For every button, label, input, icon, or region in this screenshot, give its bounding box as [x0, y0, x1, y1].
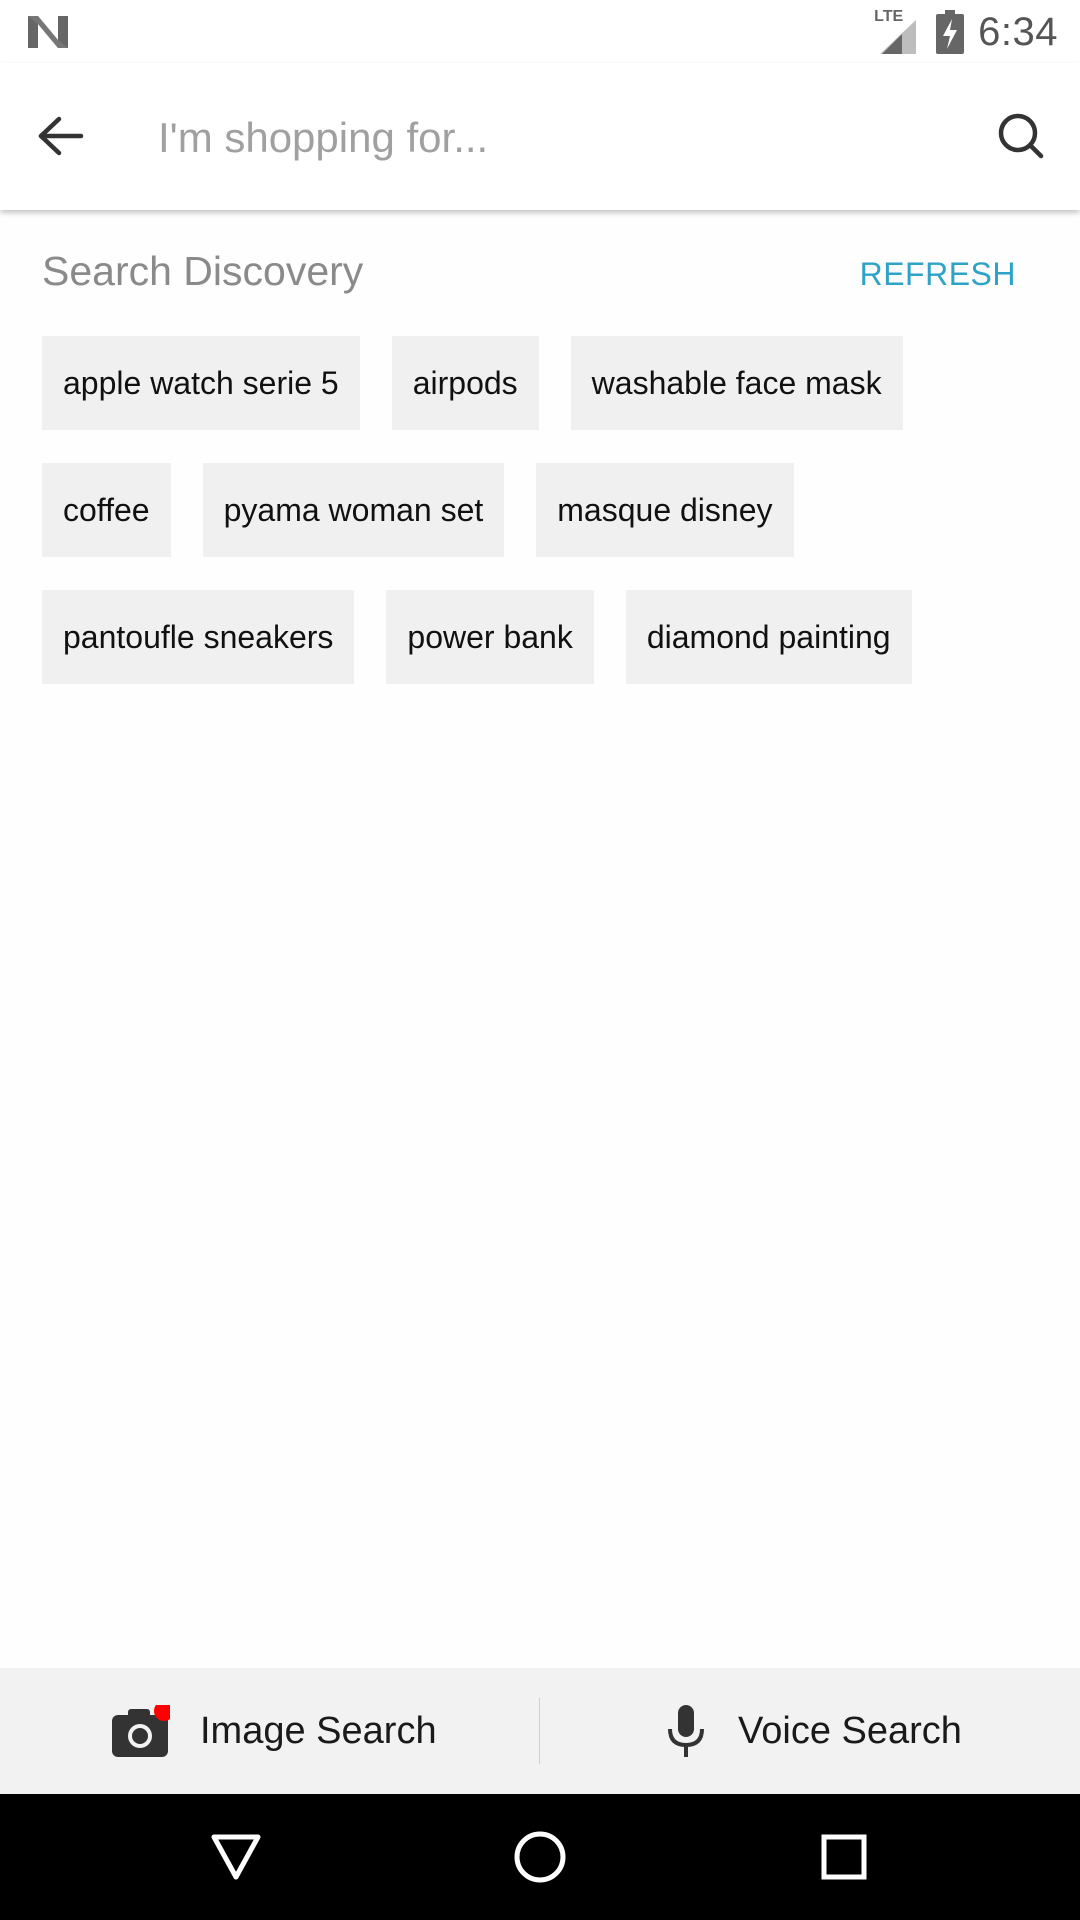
discovery-header: Search Discovery REFRESH — [42, 248, 1042, 304]
chip-row: coffee pyama woman set masque disney — [42, 463, 1042, 557]
triangle-back-icon — [211, 1834, 261, 1880]
search-input[interactable] — [158, 103, 958, 173]
discovery-chip[interactable]: airpods — [391, 336, 539, 430]
microphone-icon — [668, 1705, 704, 1757]
circle-home-icon — [514, 1831, 566, 1883]
battery-charging-icon — [936, 10, 965, 54]
search-icon — [998, 113, 1044, 159]
discovery-chip[interactable]: diamond painting — [625, 590, 912, 684]
image-search-button[interactable]: Image Search — [112, 1668, 437, 1794]
back-button[interactable] — [28, 103, 94, 169]
discovery-chip[interactable]: coffee — [42, 463, 171, 557]
nav-recents-button[interactable] — [814, 1827, 874, 1887]
discovery-chip[interactable]: pantoufle sneakers — [42, 590, 355, 684]
square-recents-icon — [821, 1834, 867, 1880]
refresh-button[interactable]: REFRESH — [860, 256, 1016, 293]
discovery-chip[interactable]: masque disney — [536, 463, 794, 557]
search-button[interactable] — [988, 103, 1054, 169]
discovery-title: Search Discovery — [42, 248, 364, 294]
search-options-bar: Image Search Voice Search — [0, 1668, 1080, 1794]
discovery-chip[interactable]: washable face mask — [570, 336, 903, 430]
system-nav-bar — [0, 1794, 1080, 1920]
search-app-bar — [0, 63, 1080, 210]
chip-row: pantoufle sneakers power bank diamond pa… — [42, 590, 1042, 684]
discovery-chip[interactable]: power bank — [386, 590, 594, 684]
discovery-chip[interactable]: apple watch serie 5 — [42, 336, 360, 430]
back-arrow-icon — [38, 116, 84, 156]
nav-home-button[interactable] — [510, 1827, 570, 1887]
status-time: 6:34 — [978, 9, 1058, 54]
voice-search-label: Voice Search — [738, 1709, 962, 1752]
voice-search-button[interactable]: Voice Search — [664, 1668, 962, 1794]
divider — [539, 1698, 540, 1764]
notification-n-icon — [28, 16, 68, 48]
chip-row: apple watch serie 5 airpods washable fac… — [42, 336, 1042, 430]
nav-back-button[interactable] — [206, 1827, 266, 1887]
camera-icon — [112, 1705, 170, 1757]
lte-signal-icon: LTE — [874, 8, 922, 56]
discovery-chips: apple watch serie 5 airpods washable fac… — [42, 336, 1042, 717]
image-search-label: Image Search — [200, 1709, 437, 1752]
discovery-chip[interactable]: pyama woman set — [202, 463, 505, 557]
status-bar: LTE 6:34 — [0, 0, 1080, 63]
